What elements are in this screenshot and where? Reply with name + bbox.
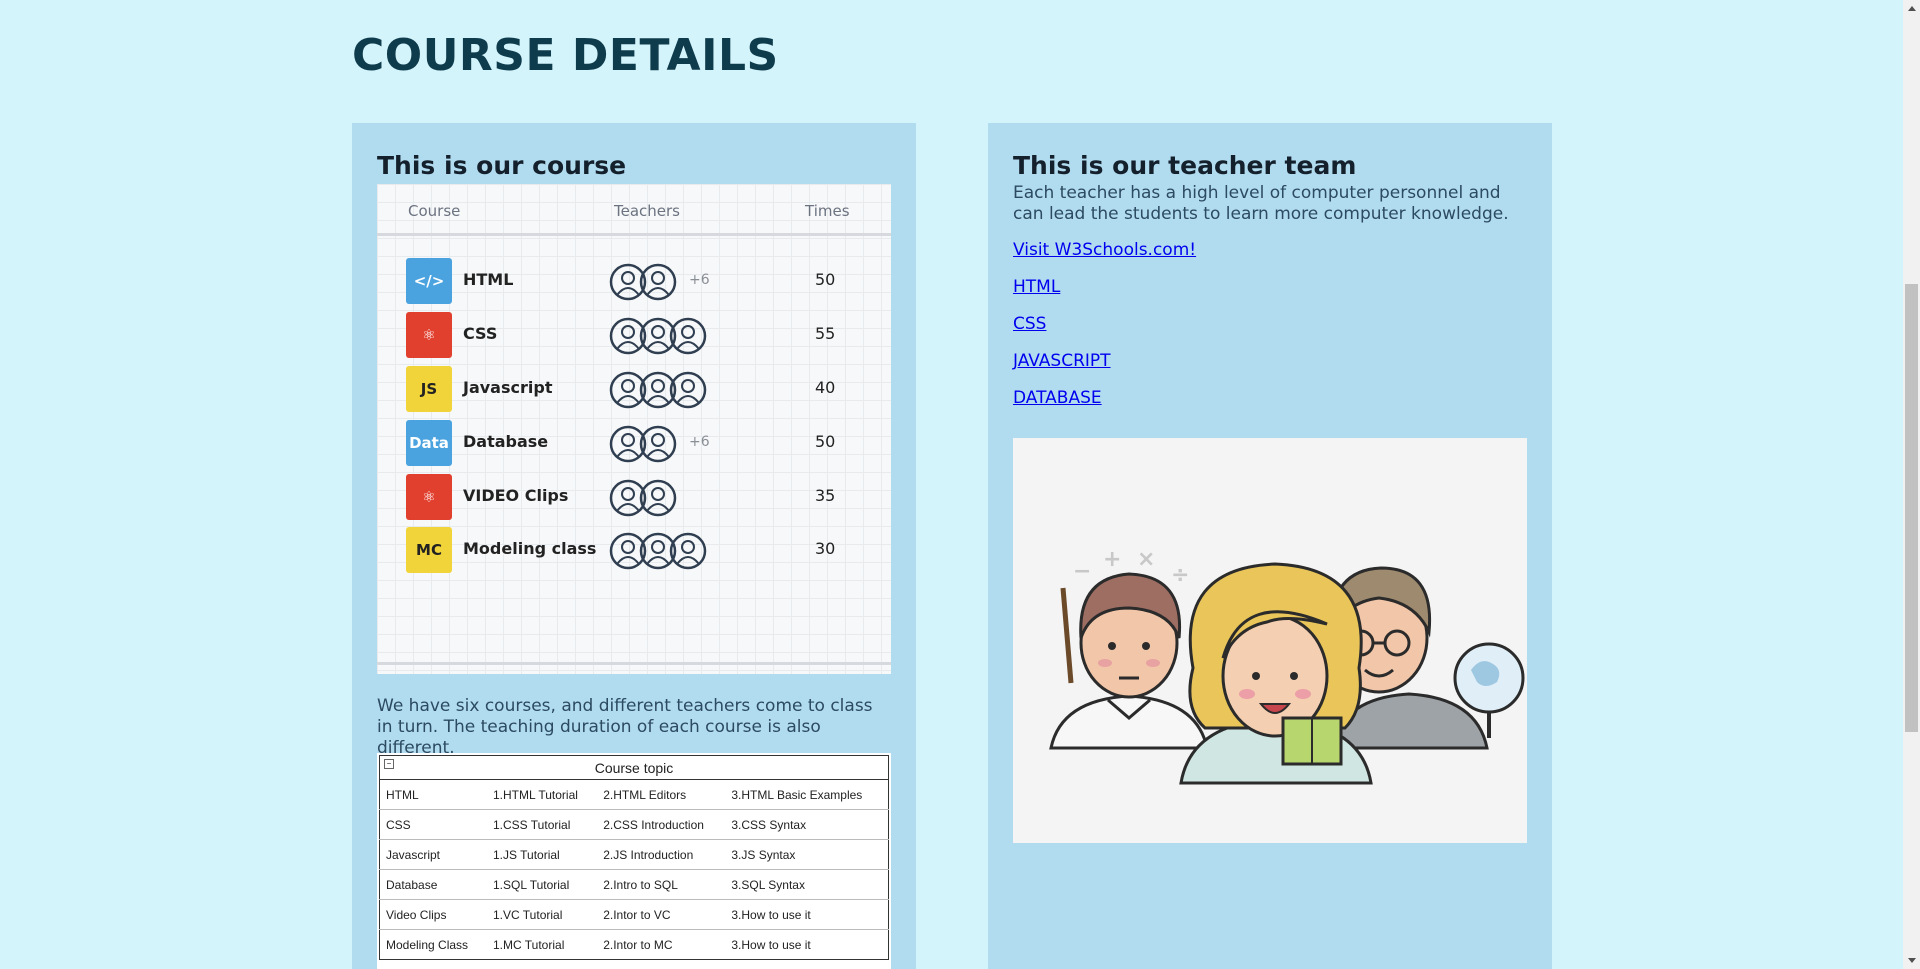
pointer-stick [1060,587,1074,684]
teacher-team-illustration: − + × ÷ A B C [1013,438,1527,843]
extra-teachers-count: +6 [689,434,710,450]
topic-table-row: Javascript 1.JS Tutorial 2.JS Introduction… [379,839,889,870]
link-javascript[interactable]: JAVASCRIPT [1013,351,1527,372]
scroll-down-icon[interactable] [1908,958,1916,963]
course-times-value: 40 [815,378,836,397]
course-card-heading: This is our course [377,151,627,180]
link-html[interactable]: HTML [1013,277,1527,298]
footer-rule [377,662,891,665]
teacher-avatars-icon [609,262,677,302]
course-topic-caption: − Course topic [379,755,889,779]
course-image-name: Javascript [463,378,553,397]
times-column-header: Times [805,202,850,220]
course-image-name: CSS [463,324,498,343]
course-times-value: 30 [815,539,836,558]
course-times-value: 50 [815,270,836,289]
course-image-row: JS Javascript 40 [377,366,891,414]
topic-lesson-cell: 2.Intor to MC [597,929,726,960]
topic-table-row: HTML 1.HTML Tutorial 2.HTML Editors 3.HTML … [379,779,889,810]
topic-course-cell: Database [379,869,487,900]
topic-lesson-cell: 3.CSS Syntax [725,809,889,840]
teacher-card-heading: This is our teacher team [1013,151,1357,180]
topic-lesson-cell: 2.CSS Introduction [597,809,726,840]
topic-table-row: Video Clips 1.VC Tutorial 2.Intor to VC 3.H… [379,899,889,930]
teacher-avatars-icon [609,316,707,356]
course-topic-table: − Course topic HTML 1.HTML Tutorial 2.HTML… [379,755,889,960]
teacher-avatars-icon [609,424,677,464]
topic-lesson-cell: 3.HTML Basic Examples [725,779,889,810]
topic-lesson-cell: 1.VC Tutorial [487,899,598,930]
course-image-name: Modeling class [463,539,597,558]
topic-table-row: Modeling Class 1.MC Tutorial 2.Intor to MC… [379,929,889,960]
teacher-center [1179,562,1373,785]
header-rule [377,233,891,236]
course-badge-icon: ⚛ [406,312,452,358]
topic-lesson-cell: 1.MC Tutorial [487,929,598,960]
course-image-name: VIDEO Clips [463,486,569,505]
minus-symbol: − [1073,559,1091,584]
teacher-avatars-icon [609,370,707,410]
scrollbar-thumb[interactable] [1905,284,1918,732]
teachers-column-header: Teachers [614,202,680,220]
course-times-value: 35 [815,486,836,505]
plus-symbol: + [1103,547,1121,572]
teacher-avatars-icon [609,478,677,518]
topic-course-cell: Javascript [379,839,487,870]
topic-lesson-cell: 2.Intro to SQL [597,869,726,900]
course-image-row: ⚛ VIDEO Clips 35 [377,474,891,522]
teacher-card: This is our teacher team Each teacher ha… [988,123,1552,969]
course-schedule-image: Course Teachers Times </> HTML +6 50 ⚛ CSS 55 J… [377,184,891,674]
topic-course-cell: HTML [379,779,487,810]
course-badge-icon: JS [406,366,452,412]
times-symbol: × [1137,547,1155,572]
topic-course-cell: CSS [379,809,487,840]
page-title: COURSE DETAILS [352,30,779,81]
link-list: Visit W3Schools.com! HTML CSS JAVASCRIPT… [1013,240,1527,409]
course-column-header: Course [408,202,461,220]
topic-lesson-cell: 3.How to use it [725,899,889,930]
course-image-name: Database [463,432,549,451]
topic-table-row: Database 1.SQL Tutorial 2.Intro to SQL 3.SQ… [379,869,889,900]
link-database[interactable]: DATABASE [1013,388,1527,409]
divide-symbol: ÷ [1171,563,1189,588]
topic-table-row: CSS 1.CSS Tutorial 2.CSS Introduction 3.CSS… [379,809,889,840]
course-topic-image: − Course topic HTML 1.HTML Tutorial 2.HTML… [377,753,891,969]
course-image-row: ⚛ CSS 55 [377,312,891,360]
course-times-value: 55 [815,324,836,343]
course-description: We have six courses, and different teach… [377,696,873,758]
course-badge-icon: </> [406,258,452,304]
teacher-avatars-icon [609,531,707,571]
vertical-scrollbar[interactable] [1903,0,1920,969]
course-badge-icon: Data [406,420,452,466]
topic-lesson-cell: 2.JS Introduction [597,839,726,870]
extra-teachers-count: +6 [689,272,710,288]
topic-lesson-cell: 1.JS Tutorial [487,839,598,870]
collapse-icon: − [384,759,394,769]
course-image-row: Data Database +6 50 [377,420,891,468]
topic-lesson-cell: 1.SQL Tutorial [487,869,598,900]
topic-course-cell: Video Clips [379,899,487,930]
course-topic-caption-text: Course topic [594,760,674,776]
topic-course-cell: Modeling Class [379,929,487,960]
course-times-value: 50 [815,432,836,451]
topic-lesson-cell: 2.Intor to VC [597,899,726,930]
topic-lesson-cell: 1.CSS Tutorial [487,809,598,840]
link-w3schools[interactable]: Visit W3Schools.com! [1013,240,1527,261]
topic-lesson-cell: 3.JS Syntax [725,839,889,870]
scroll-up-icon[interactable] [1908,6,1916,11]
topic-lesson-cell: 1.HTML Tutorial [487,779,598,810]
course-badge-icon: ⚛ [406,474,452,520]
topic-lesson-cell: 2.HTML Editors [597,779,726,810]
course-image-name: HTML [463,270,514,289]
course-badge-icon: MC [406,527,452,573]
teacher-left [1049,572,1209,750]
teacher-description: Each teacher has a high level of compute… [1013,183,1509,224]
topic-lesson-cell: 3.How to use it [725,929,889,960]
course-image-row: </> HTML +6 50 [377,258,891,306]
course-image-row: MC Modeling class 30 [377,527,891,575]
topic-lesson-cell: 3.SQL Syntax [725,869,889,900]
link-css[interactable]: CSS [1013,314,1527,335]
course-card: This is our course Course Teachers Times… [352,123,916,969]
